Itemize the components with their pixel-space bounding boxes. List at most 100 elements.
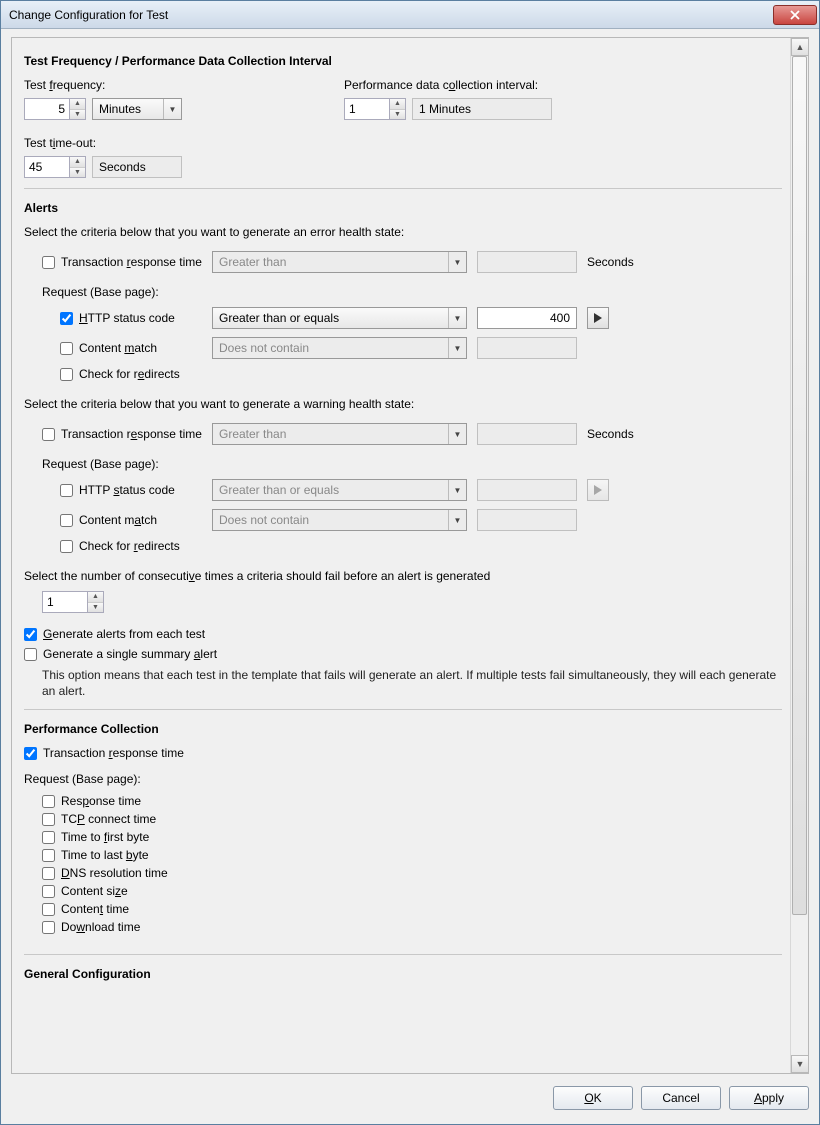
spin-down-icon[interactable]: ▼ <box>70 110 85 120</box>
error-trt-unit: Seconds <box>587 255 634 269</box>
vertical-scrollbar[interactable]: ▲ ▼ <box>790 38 808 1073</box>
warn-content-op: Does not contain <box>219 513 309 527</box>
error-trt-checkbox[interactable]: Transaction response time <box>42 255 202 269</box>
perf-response-checkbox[interactable]: Response time <box>42 794 782 808</box>
scroll-thumb[interactable] <box>792 56 807 915</box>
warn-redirect-check[interactable] <box>60 540 73 553</box>
scroll-track[interactable] <box>791 56 808 1055</box>
generate-single-checkbox[interactable]: Generate a single summary alert <box>24 647 217 661</box>
warn-redirect-label: Check for redirects <box>79 539 180 553</box>
test-timeout-input[interactable] <box>25 157 69 177</box>
chevron-down-icon: ▼ <box>448 510 466 530</box>
perf-firstbyte-checkbox[interactable]: Time to first byte <box>42 830 782 844</box>
chevron-down-icon: ▼ <box>448 308 466 328</box>
perf-response-label: Response time <box>61 794 141 808</box>
error-http-check[interactable] <box>60 312 73 325</box>
perf-trt-checkbox[interactable]: Transaction response time <box>24 746 184 760</box>
spin-up-icon[interactable]: ▲ <box>70 157 85 168</box>
spin-up-icon[interactable]: ▲ <box>390 99 405 110</box>
divider <box>24 709 782 710</box>
section-perf-heading: Performance Collection <box>24 722 782 736</box>
error-http-checkbox[interactable]: HTTP status code <box>60 311 202 325</box>
ok-button[interactable]: OK <box>553 1086 633 1110</box>
perf-dns-label: DNS resolution time <box>61 866 168 880</box>
spin-up-icon[interactable]: ▲ <box>88 592 103 603</box>
play-icon <box>594 485 602 495</box>
test-frequency-input[interactable] <box>25 99 69 119</box>
test-timeout-unit: Seconds <box>92 156 182 178</box>
test-frequency-spinner[interactable]: ▲▼ <box>24 98 86 120</box>
error-http-value[interactable]: 400 <box>477 307 577 329</box>
error-content-op: Does not contain <box>219 341 309 355</box>
perf-dns-checkbox[interactable]: DNS resolution time <box>42 866 782 880</box>
perf-download-checkbox[interactable]: Download time <box>42 920 782 934</box>
generate-single-label: Generate a single summary alert <box>43 647 217 661</box>
error-trt-value <box>477 251 577 273</box>
divider <box>24 188 782 189</box>
test-frequency-unit: Minutes <box>99 102 141 116</box>
consecutive-input[interactable] <box>43 592 87 612</box>
warn-trt-checkbox[interactable]: Transaction response time <box>42 427 202 441</box>
error-http-action-button[interactable] <box>587 307 609 329</box>
perf-trt-check[interactable] <box>24 747 37 760</box>
perf-tcp-label: TCP connect time <box>61 812 156 826</box>
warn-http-checkbox[interactable]: HTTP status code <box>60 483 202 497</box>
window-title: Change Configuration for Test <box>9 8 773 22</box>
perf-tcp-checkbox[interactable]: TCP connect time <box>42 812 782 826</box>
test-frequency-label: Test frequency: <box>24 78 304 92</box>
error-http-label: HTTP status code <box>79 311 175 325</box>
perf-ctime-checkbox[interactable]: Content time <box>42 902 782 916</box>
error-redirect-checkbox[interactable]: Check for redirects <box>60 367 180 381</box>
divider <box>24 954 782 955</box>
error-redirect-label: Check for redirects <box>79 367 180 381</box>
test-frequency-unit-combo[interactable]: Minutes ▼ <box>92 98 182 120</box>
error-content-check[interactable] <box>60 342 73 355</box>
warn-redirect-checkbox[interactable]: Check for redirects <box>60 539 180 553</box>
error-content-checkbox[interactable]: Content match <box>60 341 202 355</box>
error-trt-check[interactable] <box>42 256 55 269</box>
generate-each-checkbox[interactable]: Generate alerts from each test <box>24 627 205 641</box>
cancel-button[interactable]: Cancel <box>641 1086 721 1110</box>
perf-ctime-label: Content time <box>61 902 129 916</box>
error-content-value <box>477 337 577 359</box>
perf-interval-display: 1 Minutes <box>412 98 552 120</box>
spin-up-icon[interactable]: ▲ <box>70 99 85 110</box>
scroll-up-icon[interactable]: ▲ <box>791 38 809 56</box>
perf-interval-input[interactable] <box>345 99 389 119</box>
error-trt-op-combo: Greater than ▼ <box>212 251 467 273</box>
consecutive-spinner[interactable]: ▲▼ <box>42 591 104 613</box>
perf-interval-label: Performance data collection interval: <box>344 78 644 92</box>
section-general-heading: General Configuration <box>24 967 782 981</box>
warn-trt-label: Transaction response time <box>61 427 202 441</box>
warn-http-value <box>477 479 577 501</box>
section-alerts-heading: Alerts <box>24 201 782 215</box>
titlebar: Change Configuration for Test <box>1 1 819 29</box>
warn-http-check[interactable] <box>60 484 73 497</box>
warn-request-label: Request (Base page): <box>42 457 782 471</box>
warn-trt-check[interactable] <box>42 428 55 441</box>
perf-interval-spinner[interactable]: ▲▼ <box>344 98 406 120</box>
spin-down-icon[interactable]: ▼ <box>390 110 405 120</box>
perf-lastbyte-checkbox[interactable]: Time to last byte <box>42 848 782 862</box>
scroll-viewport: Test Frequency / Performance Data Collec… <box>12 38 790 1073</box>
error-redirect-check[interactable] <box>60 368 73 381</box>
warn-http-label: HTTP status code <box>79 483 175 497</box>
chevron-down-icon: ▼ <box>448 252 466 272</box>
spin-down-icon[interactable]: ▼ <box>88 603 103 613</box>
generate-each-check[interactable] <box>24 628 37 641</box>
chevron-down-icon: ▼ <box>448 480 466 500</box>
error-http-op-combo[interactable]: Greater than or equals ▼ <box>212 307 467 329</box>
generate-single-check[interactable] <box>24 648 37 661</box>
spin-down-icon[interactable]: ▼ <box>70 168 85 178</box>
test-timeout-spinner[interactable]: ▲▼ <box>24 156 86 178</box>
perf-size-checkbox[interactable]: Content size <box>42 884 782 898</box>
apply-button[interactable]: Apply <box>729 1086 809 1110</box>
error-content-label: Content match <box>79 341 157 355</box>
content-panel: Test Frequency / Performance Data Collec… <box>11 37 809 1074</box>
chevron-down-icon: ▼ <box>448 338 466 358</box>
close-button[interactable] <box>773 5 817 25</box>
error-content-op-combo: Does not contain ▼ <box>212 337 467 359</box>
warn-content-checkbox[interactable]: Content match <box>60 513 202 527</box>
warn-content-check[interactable] <box>60 514 73 527</box>
scroll-down-icon[interactable]: ▼ <box>791 1055 809 1073</box>
